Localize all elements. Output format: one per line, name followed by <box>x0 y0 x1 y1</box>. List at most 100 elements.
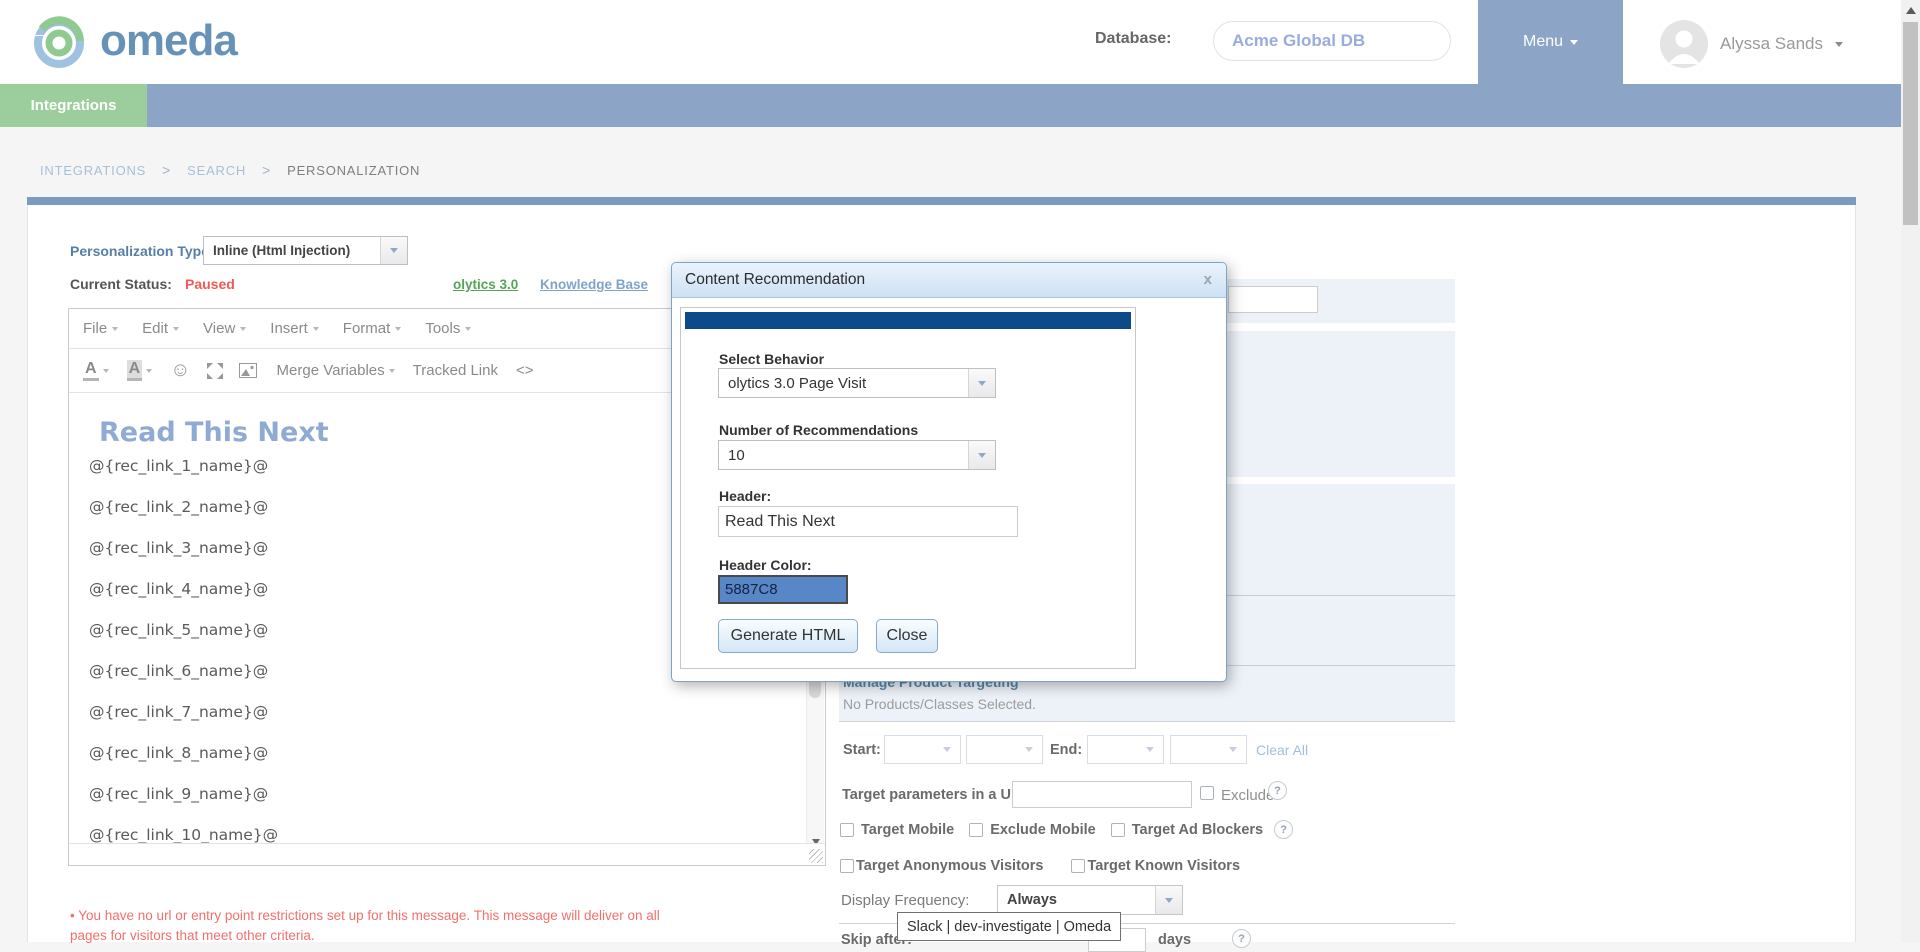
chevron-down-icon <box>978 453 986 458</box>
content-recommendation-dialog: Content Recommendation x Select Behavior… <box>671 262 1227 682</box>
generate-html-button[interactable]: Generate HTML <box>718 619 858 653</box>
target-adblockers-checkbox[interactable] <box>1111 823 1125 837</box>
breadcrumb-search[interactable]: SEARCH <box>187 163 246 178</box>
hidden-field-input[interactable] <box>1228 286 1318 313</box>
merge-variable-line: @{rec_link_9_name}@ <box>89 785 268 803</box>
dialog-titlebar[interactable]: Content Recommendation <box>672 263 1226 298</box>
chevron-down-icon <box>146 369 152 373</box>
editor-heading: Read This Next <box>99 417 329 448</box>
tracked-link-button[interactable]: Tracked Link <box>413 362 498 379</box>
num-recommendations-select[interactable]: 10 <box>718 440 996 470</box>
target-known-checkbox[interactable] <box>1071 859 1085 873</box>
knowledge-base-link[interactable]: Knowledge Base <box>540 277 648 292</box>
chevron-down-icon <box>465 327 471 331</box>
end-label: End: <box>1050 742 1082 758</box>
help-icon[interactable]: ? <box>1268 781 1287 800</box>
display-frequency-select[interactable]: Always <box>997 885 1183 915</box>
insert-image-icon[interactable] <box>239 363 257 378</box>
chevron-down-icon <box>395 327 401 331</box>
merge-variables-button[interactable]: Merge Variables <box>277 362 395 379</box>
editor-menu-tools[interactable]: Tools <box>425 320 471 337</box>
personalization-type-select[interactable]: Inline (Html Injection) <box>203 236 408 265</box>
dropdown-arrow-button[interactable] <box>380 237 407 264</box>
display-frequency-value: Always <box>998 892 1155 908</box>
header-color-value: 5887C8 <box>725 581 778 598</box>
breadcrumb-separator: > <box>162 162 171 178</box>
chevron-down-icon <box>103 369 109 373</box>
clear-all-link[interactable]: Clear All <box>1256 742 1308 758</box>
breadcrumb: INTEGRATIONS > SEARCH > PERSONALIZATION <box>40 162 420 178</box>
dialog-accent-bar <box>685 312 1131 329</box>
start-time-select[interactable] <box>966 735 1043 764</box>
background-color-button[interactable]: A <box>127 360 153 381</box>
close-button[interactable]: Close <box>876 619 938 653</box>
dropdown-arrow-button[interactable] <box>968 441 995 469</box>
chevron-down-icon <box>943 747 951 752</box>
omeda-logo[interactable]: omeda <box>30 12 237 70</box>
merge-variable-line: @{rec_link_3_name}@ <box>89 539 268 557</box>
dropdown-arrow-button[interactable] <box>934 736 960 763</box>
app-header: omeda Database: Acme Global DB Menu Alys… <box>0 0 1901 84</box>
database-label: Database: <box>1095 30 1171 48</box>
merge-variable-line: @{rec_link_8_name}@ <box>89 744 268 762</box>
behavior-select[interactable]: olytics 3.0 Page Visit <box>718 368 996 398</box>
start-month-select[interactable] <box>884 735 961 764</box>
emoticons-icon[interactable]: ☺ <box>170 359 190 382</box>
chevron-down-icon <box>1229 747 1237 752</box>
close-icon[interactable]: x <box>1204 271 1212 288</box>
dropdown-arrow-button[interactable] <box>1220 736 1246 763</box>
dropdown-arrow-button[interactable] <box>968 369 995 397</box>
chevron-down-icon <box>1165 898 1173 903</box>
editor-menu-insert[interactable]: Insert <box>270 320 319 337</box>
database-selector[interactable]: Acme Global DB <box>1213 21 1451 61</box>
personalization-type-value: Inline (Html Injection) <box>204 243 380 258</box>
personalization-type-label: Personalization Type: <box>70 243 214 259</box>
browser-tab-tooltip: Slack | dev-investigate | Omeda <box>897 912 1121 941</box>
breadcrumb-separator: > <box>262 162 271 178</box>
header-text-input[interactable] <box>718 506 1018 537</box>
editor-menu-file[interactable]: File <box>83 320 118 337</box>
dropdown-arrow-button[interactable] <box>1016 736 1042 763</box>
user-menu[interactable]: Alyssa Sands <box>1660 20 1843 68</box>
url-params-label: Target parameters in a URL: <box>842 787 1035 803</box>
header-label: Header: <box>719 488 771 504</box>
merge-variable-line: @{rec_link_2_name}@ <box>89 498 268 516</box>
target-mobile-checkbox[interactable] <box>840 823 854 837</box>
editor-menu-edit[interactable]: Edit <box>142 320 179 337</box>
target-anonymous-checkbox[interactable] <box>840 859 854 873</box>
text-color-button[interactable]: A <box>83 360 109 381</box>
url-params-input[interactable] <box>1012 781 1192 808</box>
editor-menu-format[interactable]: Format <box>343 320 402 337</box>
fullscreen-icon[interactable] <box>207 363 223 379</box>
editor-menu-view[interactable]: View <box>203 320 246 337</box>
target-anonymous-label: Target Anonymous Visitors <box>856 858 1043 874</box>
dropdown-arrow-button[interactable] <box>1137 736 1163 763</box>
source-code-icon[interactable]: <> <box>516 362 534 379</box>
menu-button[interactable]: Menu <box>1478 0 1623 84</box>
chevron-down-icon <box>1570 40 1578 45</box>
help-icon[interactable]: ? <box>1274 820 1293 839</box>
exclude-checkbox[interactable] <box>1200 786 1214 800</box>
chevron-down-icon <box>313 327 319 331</box>
avatar <box>1660 20 1708 68</box>
page-scrollbar-thumb[interactable] <box>1903 22 1918 225</box>
end-month-select[interactable] <box>1087 735 1164 764</box>
header-color-label: Header Color: <box>719 557 812 573</box>
target-adblockers-label: Target Ad Blockers <box>1132 822 1263 838</box>
chevron-down-icon <box>1835 42 1843 47</box>
breadcrumb-integrations[interactable]: INTEGRATIONS <box>40 163 146 178</box>
scroll-up-arrow-icon[interactable] <box>1901 0 1920 20</box>
menu-label: Menu <box>1523 33 1563 51</box>
help-icon[interactable]: ? <box>1232 929 1251 948</box>
tab-integrations[interactable]: Integrations <box>0 84 147 127</box>
resize-grip[interactable] <box>809 849 823 863</box>
end-time-select[interactable] <box>1170 735 1247 764</box>
exclude-mobile-checkbox[interactable] <box>969 823 983 837</box>
section-divider <box>27 197 1856 205</box>
database-value: Acme Global DB <box>1232 31 1365 51</box>
dropdown-arrow-button[interactable] <box>1155 886 1182 914</box>
header-color-input[interactable]: 5887C8 <box>718 575 848 604</box>
dialog-title: Content Recommendation <box>685 271 865 289</box>
olytics-link[interactable]: olytics 3.0 <box>453 277 518 292</box>
page-scrollbar[interactable] <box>1901 0 1920 942</box>
